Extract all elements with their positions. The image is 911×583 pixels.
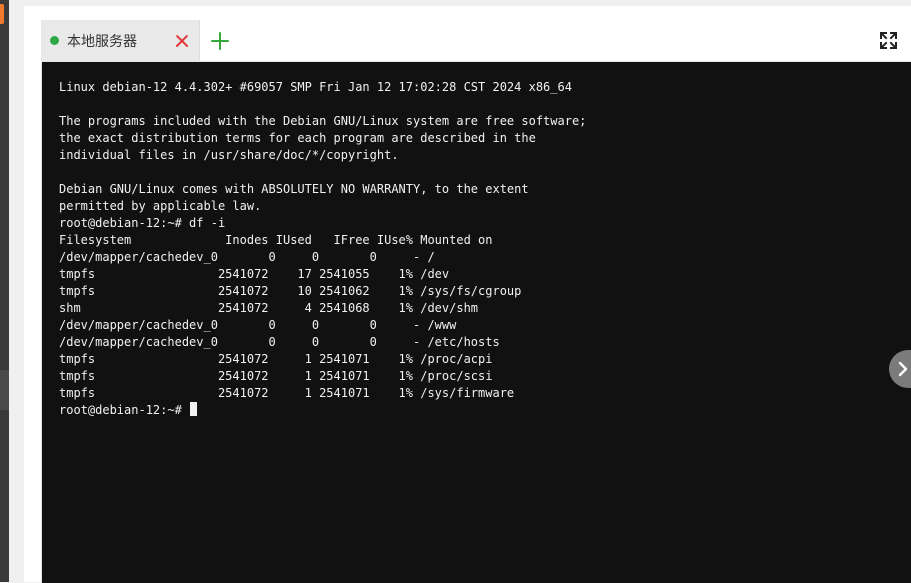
terminal-line: /dev/mapper/cachedev_0 0 0 0 - /etc/host…	[59, 335, 500, 349]
terminal-line: tmpfs 2541072 17 2541055 1% /dev	[59, 267, 450, 281]
status-dot-icon	[50, 36, 59, 45]
terminal-line: permitted by applicable law.	[59, 199, 262, 213]
terminal-line: Debian GNU/Linux comes with ABSOLUTELY N…	[59, 182, 529, 196]
terminal-prompt-line[interactable]: root@debian-12:~#	[59, 402, 899, 419]
expand-icon[interactable]	[879, 31, 898, 50]
tab-label: 本地服务器	[67, 33, 137, 50]
plus-icon[interactable]	[211, 32, 229, 50]
tab-local-server[interactable]: 本地服务器	[41, 20, 200, 61]
sidebar-item-hint	[0, 370, 9, 410]
terminal-line: tmpfs 2541072 1 2541071 1% /proc/acpi	[59, 352, 493, 366]
close-icon[interactable]	[175, 34, 189, 48]
terminal-output[interactable]: Linux debian-12 4.4.302+ #69057 SMP Fri …	[59, 79, 899, 579]
terminal-line: Filesystem Inodes IUsed IFree IUse% Moun…	[59, 233, 493, 247]
left-sidebar-edge	[0, 0, 9, 582]
terminal-line: root@debian-12:~# df -i	[59, 216, 226, 230]
chevron-right-icon	[898, 361, 908, 377]
terminal-line: the exact distribution terms for each pr…	[59, 131, 536, 145]
terminal-line: The programs included with the Debian GN…	[59, 114, 587, 128]
terminal-line: individual files in /usr/share/doc/*/cop…	[59, 148, 399, 162]
terminal-line: /dev/mapper/cachedev_0 0 0 0 - /www	[59, 318, 457, 332]
terminal-line: tmpfs 2541072 1 2541071 1% /proc/scsi	[59, 369, 493, 383]
terminal-line: /dev/mapper/cachedev_0 0 0 0 - /	[59, 250, 435, 264]
terminal-line: shm 2541072 4 2541068 1% /dev/shm	[59, 301, 479, 315]
terminal-cursor	[190, 402, 198, 416]
terminal-line: tmpfs 2541072 1 2541071 1% /sys/firmware	[59, 386, 515, 400]
terminal-line: tmpfs 2541072 10 2541062 1% /sys/fs/cgro…	[59, 284, 522, 298]
terminal-line: Linux debian-12 4.4.302+ #69057 SMP Fri …	[59, 80, 572, 94]
sidebar-active-accent	[0, 4, 4, 24]
terminal-prompt: root@debian-12:~#	[59, 403, 190, 417]
terminal-tab-bar: 本地服务器	[41, 20, 911, 62]
